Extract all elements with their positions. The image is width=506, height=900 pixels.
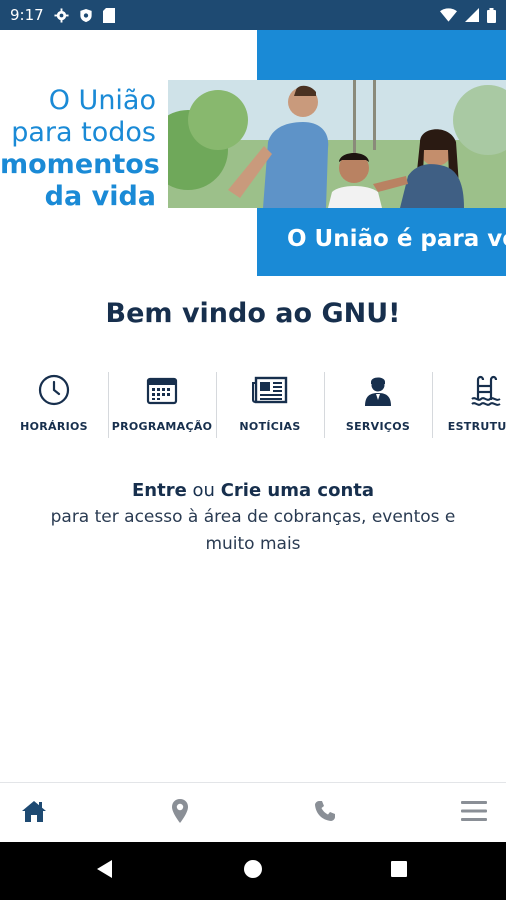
battery-icon [487,7,496,23]
shortcut-label: NOTÍCIAS [239,420,301,433]
sd-card-icon [102,7,115,23]
newspaper-icon [252,375,288,409]
shield-icon [79,8,93,23]
home-circle-icon [243,859,263,883]
shortcut-noticias[interactable]: NOTÍCIAS [216,370,324,440]
nav-menu[interactable] [444,783,504,843]
hero-banner[interactable]: O União para todos momentos da vida O Un… [0,30,506,276]
system-back-button[interactable] [76,842,134,900]
banner-headline-line: da vida [44,181,156,212]
calendar-icon [146,375,178,409]
shortcut-bar: HORÁRIOS PROGRAMAÇÃO NOTÍCIAS SERVIÇOS E… [0,370,506,440]
signal-icon [465,8,479,22]
shortcut-label: PROGRAMAÇÃO [111,420,213,433]
clock-icon [38,374,70,410]
nav-phone[interactable] [295,783,355,843]
phone-icon [313,799,337,827]
banner-family-photo [168,80,506,208]
recents-square-icon [390,860,408,882]
signup-link[interactable]: Crie uma conta [221,480,374,501]
account-actions: Entre ou Crie uma conta [0,478,506,504]
shortcut-label: ESTRUTURA [447,420,506,433]
nav-home[interactable] [4,783,64,843]
banner-top-accent [257,30,506,80]
welcome-title: Bem vindo ao GNU! [105,298,401,329]
back-triangle-icon [96,859,114,883]
status-time: 9:17 [10,6,44,24]
banner-headline-line: para todos [11,117,156,148]
map-pin-icon [171,798,189,828]
status-bar-left: 9:17 [10,6,115,24]
menu-icon [461,800,487,826]
account-description: para ter acesso à área de cobranças, eve… [50,507,456,554]
banner-headline-line: O União [48,85,156,116]
system-home-button[interactable] [224,842,282,900]
home-icon [21,799,47,827]
bottom-nav [0,782,506,842]
login-link[interactable]: Entre [132,480,187,501]
account-or-text: ou [192,480,215,501]
status-bar: 9:17 [0,0,506,30]
person-icon [364,374,392,410]
nav-location[interactable] [150,783,210,843]
shortcut-programacao[interactable]: PROGRAMAÇÃO [108,370,216,440]
shortcut-horarios[interactable]: HORÁRIOS [0,370,108,440]
banner-headline-line: momentos [0,149,160,180]
account-prompt: Entre ou Crie uma conta para ter acesso … [0,478,506,558]
system-recents-button[interactable] [370,842,428,900]
status-bar-right [440,7,496,23]
gear-icon [54,7,69,23]
shortcut-servicos[interactable]: SERVIÇOS [324,370,432,440]
shortcut-label: HORÁRIOS [20,420,88,433]
pool-ladder-icon [471,374,501,410]
banner-headline: O União para todos momentos da vida [0,85,160,213]
banner-tagline: O União é para você [257,208,506,276]
shortcut-estrutura[interactable]: ESTRUTURA [432,370,506,440]
wifi-icon [440,8,457,22]
system-nav-bar [0,842,506,900]
shortcut-label: SERVIÇOS [345,420,411,433]
